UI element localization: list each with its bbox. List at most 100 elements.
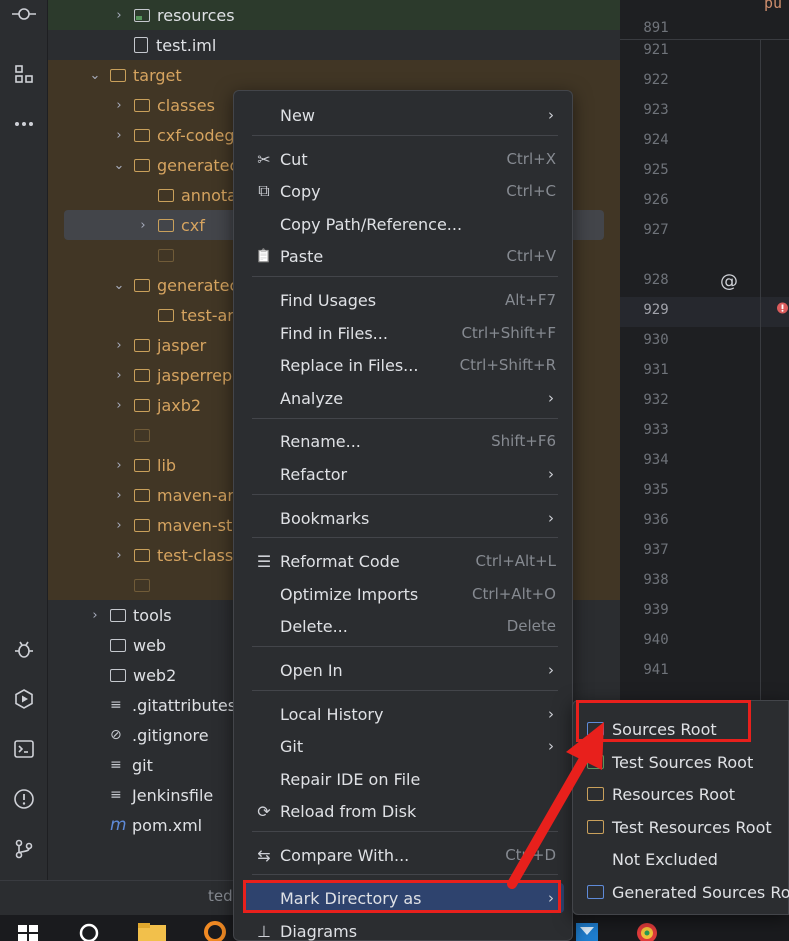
chevron-right-icon[interactable]: › — [112, 8, 126, 23]
submenu-item-test-resources-root[interactable]: Test Resources Root — [579, 812, 789, 842]
menu-item-optimize-imports[interactable]: Optimize Imports Ctrl+Alt+O — [244, 579, 564, 609]
clipboard-icon: 📋 — [255, 248, 273, 264]
chevron-right-icon[interactable]: › — [112, 98, 126, 113]
menu-item-shortcut: Alt+F7 — [504, 291, 556, 309]
root-folder-icon — [587, 820, 604, 834]
tree-row[interactable]: test.iml — [48, 30, 620, 60]
tree-row[interactable]: › resources — [48, 0, 620, 30]
menu-item-refactor[interactable]: Refactor › — [244, 459, 564, 489]
menu-item-reload-from-disk[interactable]: ⟳ Reload from Disk — [244, 796, 564, 826]
menu-item-find-in-files[interactable]: Find in Files... Ctrl+Shift+F — [244, 318, 564, 348]
menu-item-reformat-code[interactable]: ☰ Reformat Code Ctrl+Alt+L — [244, 546, 564, 576]
menu-item-new[interactable]: New › — [244, 100, 564, 130]
chevron-down-icon[interactable]: ⌄ — [112, 158, 126, 173]
menu-item-label: Replace in Files... — [280, 355, 419, 375]
menu-item-find-usages[interactable]: Find Usages Alt+F7 — [244, 285, 564, 315]
tree-row-label: classes — [157, 95, 215, 115]
chevron-right-icon[interactable]: › — [112, 128, 126, 143]
folder-icon — [134, 278, 150, 292]
menu-separator — [252, 646, 558, 647]
tree-row[interactable]: ⌄ target — [48, 60, 620, 90]
app-icon-colorful[interactable] — [632, 919, 662, 941]
menu-item-diagrams[interactable]: ⊥ Diagrams — [244, 916, 564, 941]
submenu-item-test-sources-root[interactable]: Test Sources Root — [579, 747, 789, 777]
menu-item-compare-with[interactable]: ⇆ Compare With... Ctrl+D — [244, 840, 564, 870]
menu-item-copy[interactable]: ⧉ Copy Ctrl+C — [244, 176, 564, 206]
menu-item-repair-ide-on-file[interactable]: Repair IDE on File — [244, 764, 564, 794]
git-branch-icon[interactable] — [10, 835, 38, 863]
gutter-line-number: 941 — [643, 662, 669, 678]
menu-item-label: Paste — [280, 246, 324, 266]
submenu-item-label: Test Sources Root — [612, 752, 754, 772]
menu-item-local-history[interactable]: Local History › — [244, 699, 564, 729]
tree-row-label: generatec — [157, 275, 239, 295]
terminal-icon[interactable] — [10, 735, 38, 763]
code-fragment: pu — [764, 0, 783, 12]
menu-item-delete[interactable]: Delete... Delete — [244, 611, 564, 641]
menu-item-label: Compare With... — [280, 845, 410, 865]
problems-icon[interactable] — [10, 785, 38, 813]
menu-item-label: Rename... — [280, 431, 361, 451]
submenu-item-generated-sources-root[interactable]: Generated Sources Root — [579, 877, 789, 907]
app-icon-blue[interactable] — [574, 921, 600, 941]
menu-item-replace-in-files[interactable]: Replace in Files... Ctrl+Shift+R — [244, 350, 564, 380]
chevron-right-icon: › — [548, 106, 554, 124]
resources-folder-icon — [134, 8, 150, 22]
chevron-right-icon: › — [548, 389, 554, 407]
chevron-right-icon[interactable]: › — [112, 368, 126, 383]
menu-item-label: Reformat Code — [280, 551, 400, 571]
gutter-line-number: 938 — [643, 572, 669, 588]
menu-item-git[interactable]: Git › — [244, 731, 564, 761]
chevron-down-icon[interactable]: ⌄ — [88, 68, 102, 83]
chevron-right-icon: › — [548, 705, 554, 723]
chevron-right-icon[interactable]: › — [112, 548, 126, 563]
structure-icon[interactable] — [10, 60, 38, 88]
menu-item-bookmarks[interactable]: Bookmarks › — [244, 503, 564, 533]
commit-icon[interactable] — [10, 0, 38, 28]
menu-item-copy-path-reference[interactable]: Copy Path/Reference... — [244, 209, 564, 239]
search-icon[interactable] — [78, 921, 100, 941]
menu-separator — [252, 276, 558, 277]
gutter-line-number: 939 — [643, 602, 669, 618]
tree-row-label: cxf — [181, 215, 205, 235]
menu-item-paste[interactable]: 📋 Paste Ctrl+V — [244, 241, 564, 271]
chevron-right-icon[interactable]: › — [112, 518, 126, 533]
gutter-line-number: 940 — [643, 632, 669, 648]
override-marker-icon[interactable]: @ — [720, 271, 738, 292]
more-icon[interactable] — [10, 110, 38, 138]
submenu-item-resources-root[interactable]: Resources Root — [579, 779, 789, 809]
text-file-icon: ≡ — [110, 757, 122, 773]
gutter-line-number: 936 — [643, 512, 669, 528]
services-icon[interactable] — [10, 685, 38, 713]
menu-item-rename[interactable]: Rename... Shift+F6 — [244, 426, 564, 456]
menu-item-label: Delete... — [280, 616, 348, 636]
menu-item-label: Local History — [280, 704, 384, 724]
menu-separator — [252, 874, 558, 875]
gutter-line-number: 935 — [643, 482, 669, 498]
error-marker-icon[interactable] — [776, 302, 789, 318]
file-explorer-icon[interactable] — [138, 923, 166, 941]
chevron-right-icon[interactable]: › — [112, 458, 126, 473]
chevron-right-icon[interactable]: › — [136, 218, 150, 233]
gutter-line-number: 925 — [643, 162, 669, 178]
chevron-right-icon[interactable]: › — [112, 338, 126, 353]
folder-icon — [158, 188, 174, 202]
submenu-item-not-excluded[interactable]: Not Excluded — [579, 844, 789, 874]
chevron-right-icon[interactable]: › — [88, 608, 102, 623]
app-icon-orange[interactable] — [202, 919, 228, 941]
menu-separator — [252, 135, 558, 136]
chevron-right-icon[interactable]: › — [112, 398, 126, 413]
menu-item-shortcut: Ctrl+C — [506, 182, 556, 200]
menu-item-analyze[interactable]: Analyze › — [244, 383, 564, 413]
chevron-right-icon[interactable]: › — [112, 488, 126, 503]
windows-start-icon[interactable] — [18, 925, 38, 941]
menu-item-open-in[interactable]: Open In › — [244, 655, 564, 685]
menu-item-cut[interactable]: ✂ Cut Ctrl+X — [244, 144, 564, 174]
debug-icon[interactable] — [10, 635, 38, 663]
submenu-item-label: Not Excluded — [612, 849, 718, 869]
reformat-icon: ☰ — [256, 551, 272, 571]
folder-icon — [134, 458, 150, 472]
chevron-down-icon[interactable]: ⌄ — [112, 278, 126, 293]
tree-row-label: web — [133, 635, 167, 655]
gutter-line-number: 932 — [643, 392, 669, 408]
